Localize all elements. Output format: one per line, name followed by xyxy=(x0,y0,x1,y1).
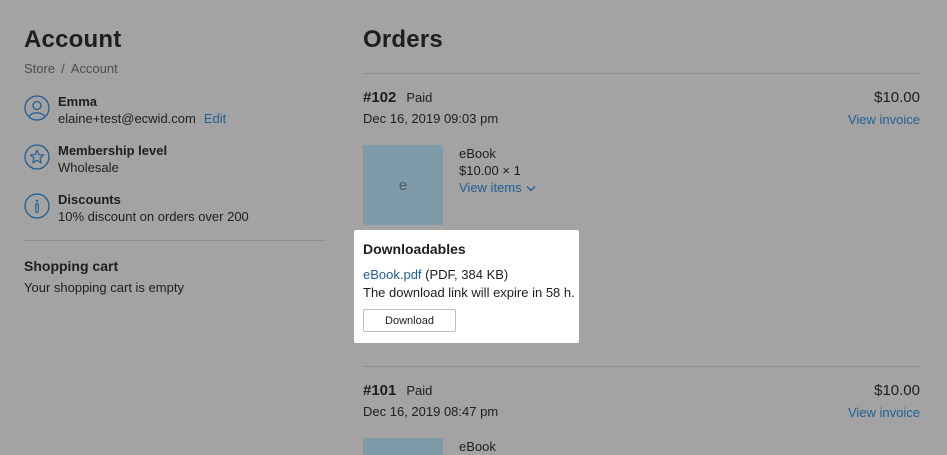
order-date: Dec 16, 2019 09:03 pm xyxy=(363,111,499,126)
breadcrumb-item-store[interactable]: Store xyxy=(24,61,55,76)
membership-row: Membership level Wholesale xyxy=(24,143,324,177)
shopping-cart-status: Your shopping cart is empty xyxy=(24,280,184,295)
download-file-link[interactable]: eBook.pdf xyxy=(363,267,422,282)
profile-row: Emma elaine+test@ecwid.com Edit xyxy=(24,94,324,128)
discounts-value: 10% discount on orders over 200 xyxy=(58,209,249,224)
breadcrumb: Store / Account xyxy=(24,61,118,76)
order-header: #102 Paid xyxy=(363,89,432,107)
download-button[interactable]: Download xyxy=(363,309,456,332)
breadcrumb-separator: / xyxy=(61,61,65,76)
discounts-label: Discounts xyxy=(58,192,121,207)
info-icon xyxy=(24,193,50,219)
downloadables-card: Downloadables eBook.pdf (PDF, 384 KB) Th… xyxy=(354,230,579,343)
divider xyxy=(363,366,920,367)
order-status: Paid xyxy=(406,383,433,398)
download-expire-text: The download link will expire in 58 h. xyxy=(363,285,575,300)
order-number: #101 xyxy=(363,382,397,399)
view-items-link[interactable]: View items xyxy=(459,180,536,195)
profile-email-line: elaine+test@ecwid.com Edit xyxy=(58,111,226,126)
user-icon xyxy=(24,95,50,121)
edit-profile-link[interactable]: Edit xyxy=(204,111,226,126)
page-title: Account xyxy=(24,26,122,53)
chevron-down-icon xyxy=(526,186,536,192)
profile-email: elaine+test@ecwid.com xyxy=(58,111,196,126)
star-icon xyxy=(24,144,50,170)
order-total: $10.00 xyxy=(874,382,920,399)
membership-value: Wholesale xyxy=(58,160,119,175)
view-invoice-link[interactable]: View invoice xyxy=(848,112,920,127)
download-file-line: eBook.pdf (PDF, 384 KB) xyxy=(363,267,508,282)
order-number: #102 xyxy=(363,89,397,106)
divider xyxy=(363,73,920,74)
discounts-row: Discounts 10% discount on orders over 20… xyxy=(24,192,324,226)
divider xyxy=(24,240,325,241)
product-thumbnail[interactable] xyxy=(363,438,443,455)
orders-title: Orders xyxy=(363,26,443,53)
membership-label: Membership level xyxy=(58,143,168,158)
shopping-cart-title: Shopping cart xyxy=(24,258,119,274)
order-status: Paid xyxy=(406,90,433,105)
product-thumbnail-letter: e xyxy=(398,176,408,194)
order-date: Dec 16, 2019 08:47 pm xyxy=(363,404,499,419)
order-header: #101 Paid xyxy=(363,382,432,400)
product-thumbnail[interactable]: e xyxy=(363,145,443,225)
order-total: $10.00 xyxy=(874,89,920,106)
profile-name: Emma xyxy=(58,94,98,109)
item-name: eBook xyxy=(459,146,496,161)
breadcrumb-item-account: Account xyxy=(70,61,118,76)
view-invoice-link[interactable]: View invoice xyxy=(848,405,920,420)
downloadables-title: Downloadables xyxy=(363,241,466,257)
download-file-meta: (PDF, 384 KB) xyxy=(425,267,509,282)
item-name: eBook xyxy=(459,439,496,454)
item-price: $10.00 × 1 xyxy=(459,163,521,178)
view-items-label: View items xyxy=(459,180,522,195)
